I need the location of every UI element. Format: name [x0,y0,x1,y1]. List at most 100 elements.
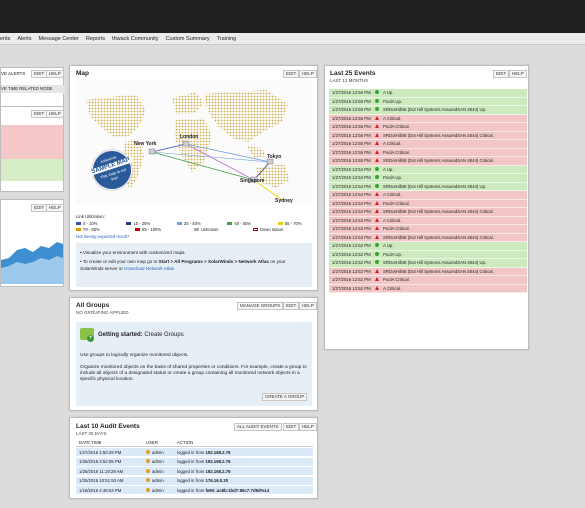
event-row[interactable]: 1/27/2016 12:53 PM PoolA Critical. [329,225,527,234]
legend-item: Down status [253,227,312,232]
event-message[interactable]: A Up. [383,167,527,172]
menu-item[interactable]: Message Center [38,36,78,42]
event-message[interactable]: A Critical. [383,141,527,146]
critical-warning-icon [375,217,383,223]
event-row[interactable]: 1/27/2016 12:54 PM A Up. [329,165,527,174]
legend-item: Unknown [194,227,253,232]
left-help-button[interactable]: HELP [46,70,64,78]
audit-action: logged in from fe80::ac8b:1bd7:86c7:7d9d… [177,488,269,493]
event-message[interactable]: PoolA Up. [383,99,527,104]
events-edit-button[interactable]: EDIT [493,70,510,78]
event-row[interactable]: 1/27/2016 12:54 PM PoolA Up. [329,174,527,183]
event-row[interactable]: 1/27/2016 12:56 PM SRDotHill48 (Dot Hill … [329,131,527,140]
menu-item[interactable]: thwack Community [112,36,158,42]
map-panel: :::: Map EDIT HELP New York London Tokyo… [69,65,318,291]
event-row[interactable]: 1/27/2016 12:56 PM PoolA Up. [329,97,527,106]
audit-help-button[interactable]: HELP [299,423,317,431]
left2-edit-button[interactable]: EDIT [31,110,48,118]
event-row[interactable]: 1/27/2016 12:52 PM A Critical. [329,284,527,293]
event-row[interactable]: 1/27/2016 12:56 PM PoolA Critical. [329,123,527,132]
legend-swatch [135,227,140,231]
event-message[interactable]: PoolA Critical. [383,201,527,206]
map-help-button[interactable]: HELP [299,70,317,78]
event-message[interactable]: A Critical. [383,218,527,223]
event-row[interactable]: 1/27/2016 12:54 PM SRDotHill48 (Dot Hill … [329,182,527,191]
event-row[interactable]: 1/27/2016 12:52 PM PoolA Critical. [329,276,527,285]
drag-grip[interactable]: :::: [191,67,196,71]
events-subtitle: LAST 12 MONTHS [330,78,369,83]
event-message[interactable]: PoolA Critical. [383,226,527,231]
event-row[interactable]: 1/27/2016 12:52 PM A Up. [329,242,527,251]
red-triangle-icon [375,234,379,239]
menu-item[interactable]: Reports [86,36,105,42]
event-message[interactable]: SRDotHill48 (Dot Hill Systems AssuredSAN… [383,158,527,163]
event-message[interactable]: PoolA Critical. [383,277,527,282]
drag-grip[interactable]: :::: [191,299,196,303]
audit-row[interactable]: 1/25/2016 11:18:28 AM admin logged in from… [76,467,313,476]
audit-action-text: logged in from [177,459,206,464]
left3-edit-button[interactable]: EDIT [31,204,48,212]
left3-help-button[interactable]: HELP [46,204,64,212]
event-message[interactable]: SRDotHill48 (Dot Hill Systems AssuredSAN… [383,269,527,274]
download-atlas-link[interactable]: Download Network Atlas [124,266,174,271]
audit-edit-button[interactable]: EDIT [283,423,300,431]
event-row[interactable]: 1/27/2016 12:56 PM SRDotHill48 (Dot Hill … [329,106,527,115]
manage-groups-button[interactable]: MANAGE GROUPS [237,302,284,310]
event-row[interactable]: 1/27/2016 12:52 PM SRDotHill48 (Dot Hill … [329,259,527,268]
event-row[interactable]: 1/27/2016 12:53 PM A Critical. [329,216,527,225]
audit-row[interactable]: 1/18/2016 4:48:53 PM admin logged in from … [76,486,313,495]
menu-item[interactable]: Custom Summary [166,36,210,42]
left-subtabs[interactable]: VE TIME RELATED NODE [1,85,65,93]
left-edit-button[interactable]: EDIT [31,70,48,78]
event-row[interactable]: 1/27/2016 12:55 PM A Critical. [329,140,527,149]
left2-help-button[interactable]: HELP [46,110,64,118]
red-triangle-icon [375,192,379,197]
event-message[interactable]: PoolA Up. [383,252,527,257]
event-message[interactable]: A Critical. [383,286,527,291]
event-row[interactable]: 1/27/2016 12:54 PM A Critical. [329,191,527,200]
events-help-button[interactable]: HELP [509,70,527,78]
audit-row[interactable]: 1/27/2016 1:50:29 PM admin logged in from … [76,448,313,457]
event-row[interactable]: 1/27/2016 12:56 PM A Critical. [329,114,527,123]
all-audit-events-button[interactable]: ALL AUDIT EVENTS [234,423,282,431]
event-row[interactable]: 1/27/2016 12:54 PM SRDotHill48 (Dot Hill … [329,208,527,217]
menu-item[interactable]: Alerts [17,36,31,42]
event-message[interactable]: A Critical. [383,116,527,121]
event-time: 1/27/2016 12:53 PM [332,234,371,240]
event-time: 1/27/2016 12:56 PM [332,90,371,96]
event-row[interactable]: 1/27/2016 12:53 PM SRDotHill48 (Dot Hill … [329,233,527,242]
world-map[interactable]: New York London Tokyo Singapore Sydney s… [76,80,312,204]
create-group-button[interactable]: CREATE A GROUP [262,393,308,401]
groups-help-button[interactable]: HELP [299,302,317,310]
event-message[interactable]: PoolA Critical. [383,124,527,129]
map-edit-button[interactable]: EDIT [283,70,300,78]
event-message[interactable]: A Up. [383,90,527,95]
event-row[interactable]: 1/27/2016 12:52 PM SRDotHill48 (Dot Hill … [329,267,527,276]
menu-item[interactable]: ents [0,36,10,42]
audit-row[interactable]: 1/26/2016 3:52:05 PM admin logged in from … [76,457,313,467]
event-row[interactable]: 1/27/2016 12:55 PM SRDotHill48 (Dot Hill … [329,157,527,166]
event-message[interactable]: A Up. [383,243,527,248]
event-message[interactable]: SRDotHill48 (Dot Hill Systems AssuredSAN… [383,133,527,138]
event-message[interactable]: SRDotHill48 (Dot Hill Systems AssuredSAN… [383,107,527,112]
event-message[interactable]: SRDotHill48 (Dot Hill Systems AssuredSAN… [383,260,527,265]
event-row[interactable]: 1/27/2016 12:52 PM PoolA Up. [329,250,527,259]
event-message[interactable]: SRDotHill48 (Dot Hill Systems AssuredSAN… [383,235,527,240]
audit-row[interactable]: 1/25/2016 10:51:53 AM admin logged in from… [76,476,313,486]
audit-action: logged in from 192.168.2.76 [177,450,231,455]
event-row[interactable]: 1/27/2016 12:56 PM A Up. [329,89,527,98]
event-message[interactable]: PoolA Critical. [383,150,527,155]
drag-grip[interactable]: :::: [424,67,429,71]
event-message[interactable]: SRDotHill48 (Dot Hill Systems AssuredSAN… [383,209,527,214]
event-row[interactable]: 1/27/2016 12:54 PM PoolA Critical. [329,199,527,208]
event-message[interactable]: PoolA Up. [383,175,527,180]
not-seeing-link[interactable]: Not seeing expected result? [76,234,129,239]
groups-edit-button[interactable]: EDIT [283,302,300,310]
audit-action-text: logged in from [177,449,206,455]
event-message[interactable]: SRDotHill48 (Dot Hill Systems AssuredSAN… [383,184,527,189]
critical-warning-icon [375,285,383,291]
event-time: 1/27/2016 12:55 PM [332,149,371,155]
menu-item[interactable]: Training [217,36,237,42]
event-row[interactable]: 1/27/2016 12:55 PM PoolA Critical. [329,148,527,157]
event-message[interactable]: A Critical. [383,192,527,197]
